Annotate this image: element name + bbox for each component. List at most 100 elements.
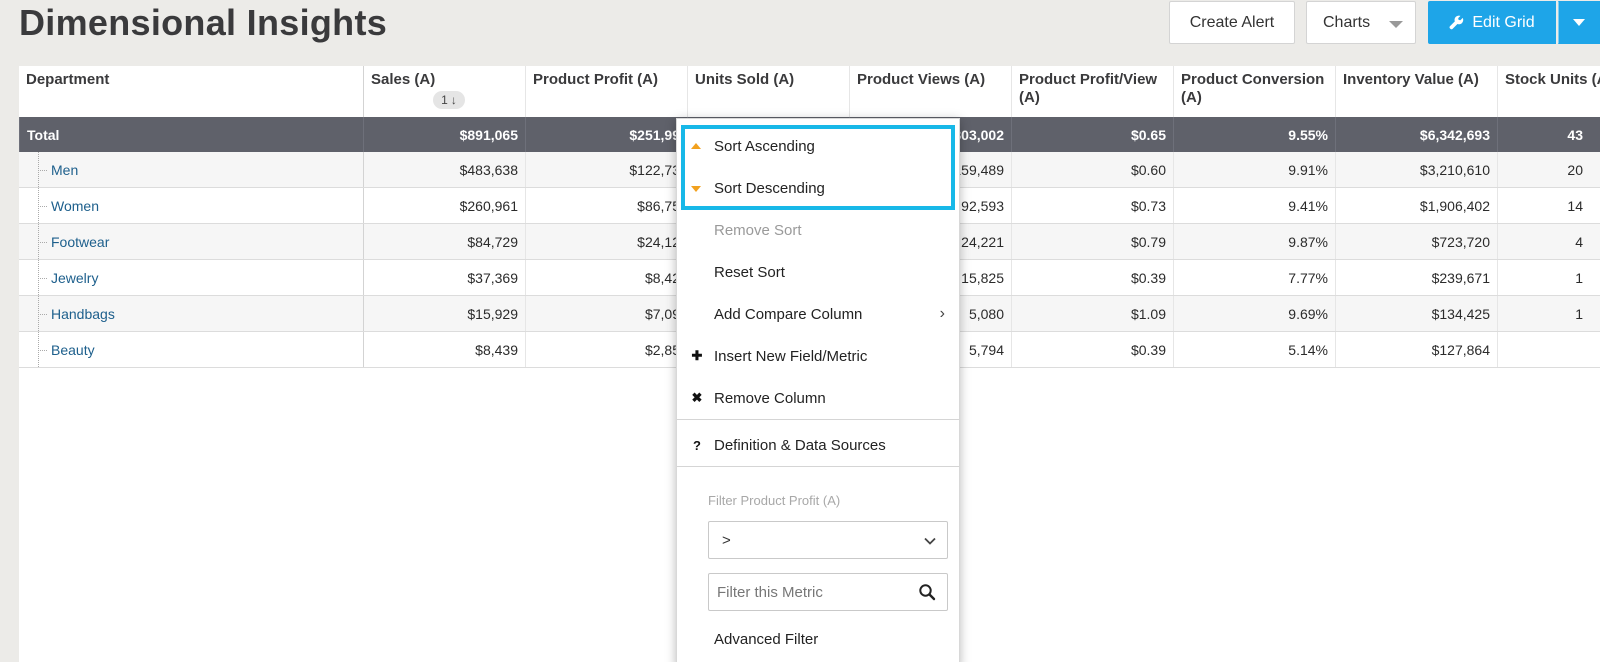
table-cell: $6,342,693 [1335, 117, 1497, 152]
menu-divider [677, 419, 959, 420]
charts-dropdown-button[interactable]: Charts [1306, 1, 1416, 44]
department-link-footwear[interactable]: Footwear [51, 234, 109, 250]
table-cell: 4 [1497, 224, 1590, 259]
table-cell: $1.09 [1011, 296, 1173, 331]
column-header-product-conversion[interactable]: Product Conversion (A) [1173, 66, 1335, 117]
table-cell: $15,929 [363, 296, 525, 331]
table-cell: $134,425 [1335, 296, 1497, 331]
sort-descending-icon [691, 186, 701, 192]
table-cell: 14 [1497, 188, 1590, 223]
plus-icon: ✚ [691, 348, 703, 363]
table-cell: $891,065 [363, 117, 525, 152]
department-link-jewelry[interactable]: Jewelry [51, 270, 98, 286]
table-cell: 20 [1497, 152, 1590, 187]
table-cell: 9.91% [1173, 152, 1335, 187]
table-cell: $84,729 [363, 224, 525, 259]
table-cell: $8,439 [363, 332, 525, 367]
remove-sort-menu-item: Remove Sort [714, 221, 802, 239]
question-icon: ? [693, 437, 701, 453]
column-header-stock-units[interactable]: Stock Units (A) [1497, 66, 1600, 117]
edit-grid-dropdown-button[interactable] [1558, 1, 1600, 44]
row-label: Total [19, 117, 363, 152]
column-header-sales[interactable]: Sales (A) 1 ↓ [363, 66, 525, 117]
table-cell: $723,720 [1335, 224, 1497, 259]
close-icon: ✖ [691, 390, 703, 405]
column-header-profit-per-view[interactable]: Product Profit/View (A) [1011, 66, 1173, 117]
create-alert-button[interactable]: Create Alert [1169, 1, 1295, 44]
filter-operator-value: > [722, 531, 731, 549]
advanced-filter-link[interactable]: Advanced Filter [714, 631, 818, 648]
table-cell: $24,12 [525, 224, 687, 259]
department-link-men[interactable]: Men [51, 162, 78, 178]
table-cell: $37,369 [363, 260, 525, 295]
menu-divider [677, 466, 959, 467]
table-cell: 5.14% [1173, 332, 1335, 367]
add-compare-column-menu-item[interactable]: Add Compare Column › [677, 293, 959, 335]
row-label-cell: Men [19, 152, 363, 187]
table-cell: $127,864 [1335, 332, 1497, 367]
menu-item-label: Add Compare Column [714, 305, 863, 323]
remove-column-menu-item[interactable]: ✖ Remove Column [677, 377, 959, 419]
column-header-units-sold[interactable]: Units Sold (A) [687, 66, 849, 117]
column-header-product-profit[interactable]: Product Profit (A) [525, 66, 687, 117]
tree-connector [38, 296, 48, 331]
table-cell: $8,42 [525, 260, 687, 295]
sort-rank: 1 [441, 93, 448, 107]
sort-ascending-menu-item[interactable]: Sort Ascending [677, 125, 959, 167]
charts-label: Charts [1323, 13, 1371, 31]
chevron-down-icon [924, 537, 936, 545]
department-link-handbags[interactable]: Handbags [51, 306, 115, 322]
table-cell: $260,961 [363, 188, 525, 223]
tree-connector [38, 260, 48, 295]
table-cell: 7.77% [1173, 260, 1335, 295]
table-cell: 9.41% [1173, 188, 1335, 223]
menu-item-label: Definition & Data Sources [714, 436, 886, 454]
row-label-cell: Women [19, 188, 363, 223]
table-cell: $239,671 [1335, 260, 1497, 295]
department-link-beauty[interactable]: Beauty [51, 342, 95, 358]
page-title: Dimensional Insights [19, 2, 388, 43]
row-label-cell: Footwear [19, 224, 363, 259]
column-header-inventory-value[interactable]: Inventory Value (A) [1335, 66, 1497, 117]
tree-connector [38, 152, 48, 187]
table-cell: $122,73 [525, 152, 687, 187]
insert-field-menu-item[interactable]: ✚ Insert New Field/Metric [677, 335, 959, 377]
table-cell: $0.39 [1011, 260, 1173, 295]
edit-grid-button[interactable]: Edit Grid [1428, 1, 1556, 44]
table-cell: $0.65 [1011, 117, 1173, 152]
table-cell: $0.73 [1011, 188, 1173, 223]
edit-grid-label: Edit Grid [1472, 13, 1535, 31]
reset-sort-menu-item[interactable]: Reset Sort [677, 251, 959, 293]
tree-connector [38, 224, 48, 259]
row-label-cell: Handbags [19, 296, 363, 331]
table-cell: 9.55% [1173, 117, 1335, 152]
row-label-cell: Jewelry [19, 260, 363, 295]
table-cell: $0.79 [1011, 224, 1173, 259]
table-cell: $1,906,402 [1335, 188, 1497, 223]
filter-operator-select[interactable]: > [708, 521, 948, 559]
table-cell: $2,85 [525, 332, 687, 367]
menu-item-label: Insert New Field/Metric [714, 347, 868, 365]
tree-connector [38, 188, 48, 223]
sort-descending-menu-item[interactable]: Sort Descending [677, 167, 959, 209]
arrow-down-icon: ↓ [450, 93, 457, 107]
column-header-label: Sales (A) [371, 71, 436, 88]
tree-connector [38, 332, 48, 367]
column-header-product-views[interactable]: Product Views (A) [849, 66, 1011, 117]
row-label-cell: Beauty [19, 332, 363, 367]
department-link-women[interactable]: Women [51, 198, 99, 214]
column-header-department[interactable]: Department [19, 66, 363, 117]
sort-indicator-badge: 1 ↓ [433, 91, 465, 109]
table-cell: 9.87% [1173, 224, 1335, 259]
sort-ascending-icon [691, 143, 701, 149]
table-cell: $7,09 [525, 296, 687, 331]
menu-item-label: Remove Column [714, 389, 826, 407]
definition-menu-item[interactable]: ? Definition & Data Sources [677, 424, 959, 466]
search-icon[interactable] [918, 583, 936, 601]
menu-item-label: Sort Descending [714, 179, 825, 197]
filter-metric-input[interactable]: Filter this Metric [708, 573, 948, 611]
table-cell: 1 [1497, 260, 1590, 295]
table-cell: 9.69% [1173, 296, 1335, 331]
table-cell: 1 [1497, 296, 1590, 331]
table-cell: $0.39 [1011, 332, 1173, 367]
